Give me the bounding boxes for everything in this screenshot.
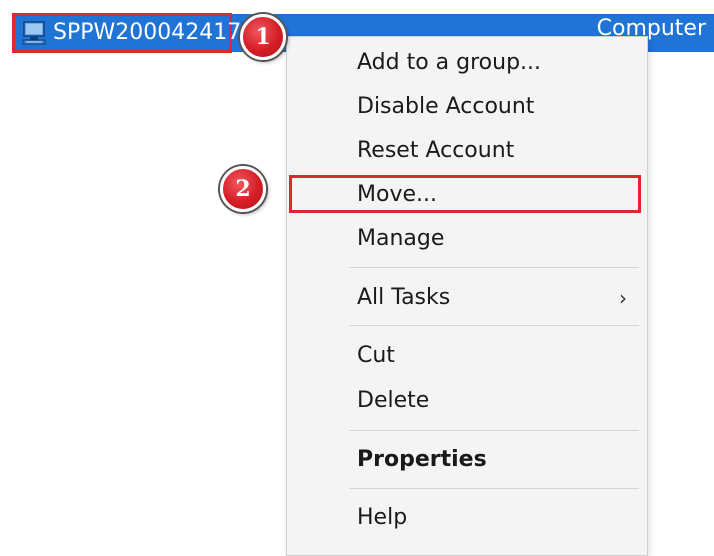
menu-item-manage[interactable]: Manage bbox=[287, 219, 647, 259]
menu-item-disable-account[interactable]: Disable Account bbox=[287, 87, 647, 127]
menu-item-all-tasks[interactable]: All Tasks › bbox=[287, 278, 647, 318]
context-menu: Add to a group... Disable Account Reset … bbox=[286, 36, 648, 556]
menu-item-delete[interactable]: Delete bbox=[287, 381, 647, 421]
step-2-number: 2 bbox=[235, 176, 251, 202]
menu-item-label: Properties bbox=[357, 447, 487, 472]
menu-item-cut[interactable]: Cut bbox=[287, 336, 647, 376]
menu-item-label: Reset Account bbox=[357, 138, 515, 163]
menu-item-label: Disable Account bbox=[357, 94, 535, 119]
menu-item-label: Delete bbox=[357, 388, 430, 413]
menu-separator bbox=[349, 488, 639, 489]
menu-item-reset-account[interactable]: Reset Account bbox=[287, 131, 647, 171]
step-2-badge: 2 bbox=[220, 166, 266, 212]
menu-item-move[interactable]: Move... bbox=[287, 175, 647, 215]
menu-item-label: Move... bbox=[357, 182, 437, 207]
computer-name: SPPW200042417 bbox=[53, 20, 242, 45]
menu-item-add-to-group[interactable]: Add to a group... bbox=[287, 43, 647, 83]
step-1-badge: 1 bbox=[240, 14, 286, 60]
menu-item-help[interactable]: Help bbox=[287, 498, 647, 538]
menu-item-label: Manage bbox=[357, 226, 445, 251]
menu-item-label: Add to a group... bbox=[357, 50, 542, 75]
menu-separator bbox=[349, 325, 639, 326]
selected-computer-object[interactable]: SPPW200042417 bbox=[12, 13, 241, 53]
step-1-number: 1 bbox=[255, 24, 271, 50]
menu-item-properties[interactable]: Properties bbox=[287, 440, 647, 480]
menu-item-label: Help bbox=[357, 505, 408, 530]
menu-separator bbox=[349, 267, 639, 268]
chevron-right-icon: › bbox=[619, 286, 627, 310]
menu-item-label: Cut bbox=[357, 343, 395, 368]
computer-icon bbox=[22, 21, 46, 45]
menu-item-label: All Tasks bbox=[357, 285, 451, 310]
menu-separator bbox=[349, 430, 639, 431]
